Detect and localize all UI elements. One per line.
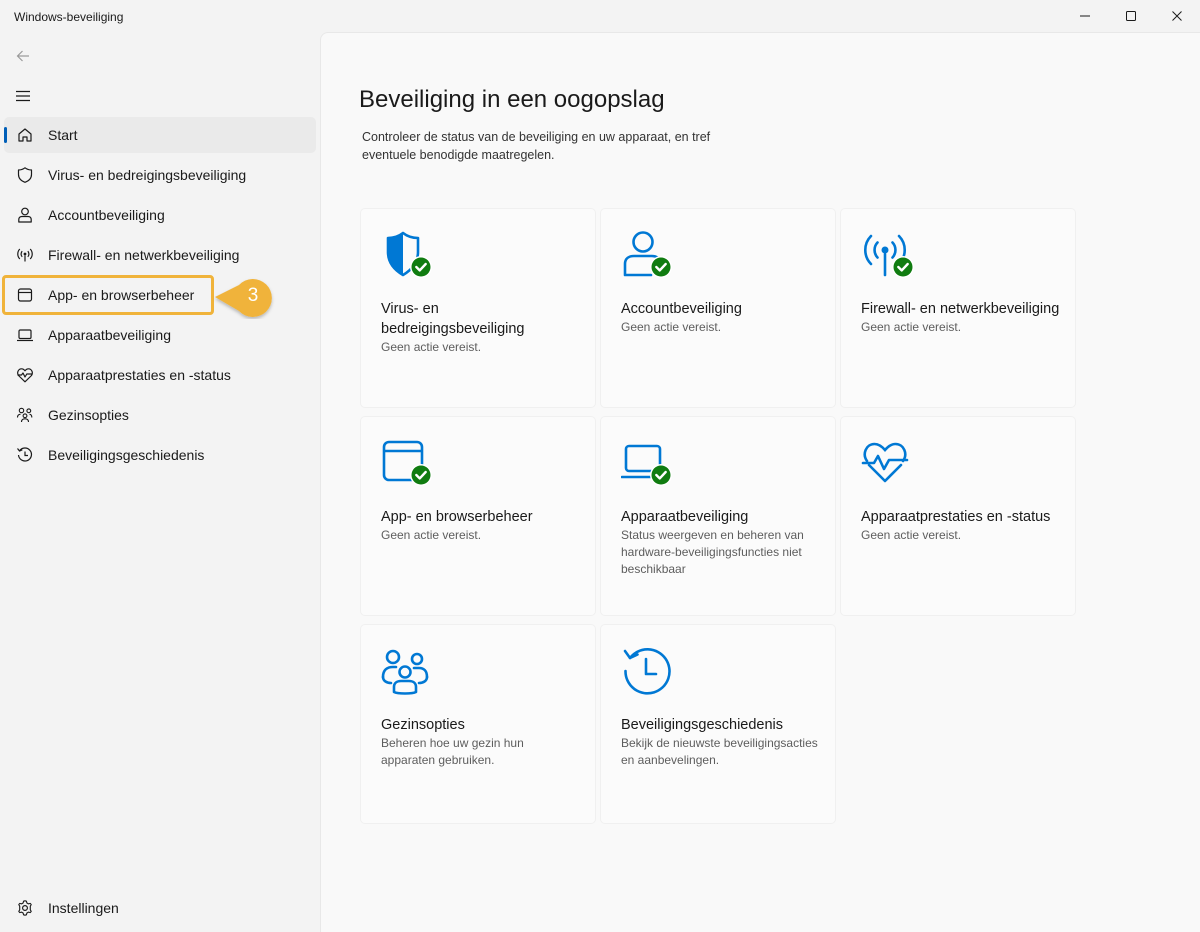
menu-button[interactable] <box>8 82 38 110</box>
maximize-button[interactable] <box>1108 0 1154 32</box>
tile-title: Gezinsopties <box>381 717 465 733</box>
sidebar-item-label: App- en browserbeheer <box>48 287 195 303</box>
tile-status: Geen actie vereist. <box>381 340 482 354</box>
tile-content: Accountbeveiliging Geen actie vereist. <box>621 299 821 336</box>
tile-firewall-protection[interactable]: Firewall- en netwerkbeveiliging Geen act… <box>841 209 1075 407</box>
sidebar-item-label: Start <box>48 127 78 143</box>
sidebar-item-label: Apparaatprestaties en -status <box>48 367 231 383</box>
close-button[interactable] <box>1154 0 1200 32</box>
tile-status: Beheren hoe uw gezin hun apparaten gebru… <box>381 736 524 767</box>
title-bar: Windows-beveiliging <box>0 0 1200 32</box>
sidebar-item-account[interactable]: Accountbeveiliging <box>4 197 316 233</box>
heart-pulse-icon <box>861 439 917 491</box>
home-icon <box>16 126 34 144</box>
window-title: Windows-beveiliging <box>14 10 124 24</box>
tile-status: Geen actie vereist. <box>621 320 722 334</box>
sidebar-item-history[interactable]: Beveiligingsgeschiedenis <box>4 437 316 473</box>
tile-content: Firewall- en netwerkbeveiliging Geen act… <box>861 299 1061 336</box>
sidebar-item-label: Beveiligingsgeschiedenis <box>48 447 205 463</box>
back-button[interactable] <box>8 42 38 70</box>
tile-title: App- en browserbeheer <box>381 509 533 525</box>
gear-icon <box>16 899 34 917</box>
page-title: Beveiliging in een oogopslag <box>359 86 665 113</box>
hamburger-icon <box>16 90 30 102</box>
history-icon <box>16 446 34 464</box>
shield-check-icon <box>381 231 437 283</box>
shield-icon <box>16 166 34 184</box>
sidebar-item-app-browser[interactable]: App- en browserbeheer <box>2 275 214 315</box>
laptop-icon <box>16 326 34 344</box>
callout-number: 3 <box>247 285 259 306</box>
tile-family-options[interactable]: Gezinsopties Beheren hoe uw gezin hun ap… <box>361 625 595 823</box>
tile-content: Apparaatprestaties en -status Geen actie… <box>861 507 1061 544</box>
main-content: Beveiliging in een oogopslag Controleer … <box>320 32 1200 932</box>
settings-label: Instellingen <box>48 900 119 916</box>
tile-content: Virus- en bedreigingsbeveiliging Geen ac… <box>381 299 581 356</box>
tile-content: Gezinsopties Beheren hoe uw gezin hun ap… <box>381 715 581 769</box>
tile-device-performance[interactable]: Apparaatprestaties en -status Geen actie… <box>841 417 1075 615</box>
history-icon <box>621 647 677 699</box>
tile-status: Geen actie vereist. <box>861 320 962 334</box>
tile-title: Apparaatbeveiliging <box>621 509 749 525</box>
sidebar-item-label: Gezinsopties <box>48 407 129 423</box>
laptop-check-icon <box>620 439 677 491</box>
heart-pulse-icon <box>16 366 34 384</box>
sidebar-item-label: Accountbeveiliging <box>48 207 165 223</box>
sidebar-item-firewall[interactable]: Firewall- en netwerkbeveiliging <box>4 237 316 273</box>
tile-status: Geen actie vereist. <box>381 528 482 542</box>
tile-app-browser-control[interactable]: App- en browserbeheer Geen actie vereist… <box>361 417 595 615</box>
tile-virus-protection[interactable]: Virus- en bedreigingsbeveiliging Geen ac… <box>361 209 595 407</box>
browser-window-check-icon <box>381 439 437 491</box>
family-icon <box>381 647 437 699</box>
family-icon <box>16 406 34 424</box>
tile-protection-history[interactable]: Beveiligingsgeschiedenis Bekijk de nieuw… <box>601 625 835 823</box>
browser-window-icon <box>16 286 34 304</box>
tile-title: Beveiligingsgeschiedenis <box>621 717 784 733</box>
tile-device-security[interactable]: Apparaatbeveiliging Status weergeven en … <box>601 417 835 615</box>
tile-status: Status weergeven en beheren van hardware… <box>621 528 804 576</box>
sidebar-item-virus[interactable]: Virus- en bedreigingsbeveiliging <box>4 157 316 193</box>
antenna-check-icon <box>861 231 917 283</box>
minimize-icon <box>1080 15 1090 17</box>
tile-status: Bekijk de nieuwste beveiligingsacties en… <box>621 736 818 767</box>
minimize-button[interactable] <box>1062 0 1108 32</box>
tile-title: Apparaatprestaties en -status <box>861 509 1051 525</box>
tile-title: Firewall- en netwerkbeveiliging <box>861 301 1060 317</box>
sidebar-item-device-security[interactable]: Apparaatbeveiliging <box>4 317 316 353</box>
sidebar-item-label: Virus- en bedreigingsbeveiliging <box>48 167 247 183</box>
tile-title: Accountbeveiliging <box>621 301 742 317</box>
tile-content: Beveiligingsgeschiedenis Bekijk de nieuw… <box>621 715 821 769</box>
tile-title: Virus- en bedreigingsbeveiliging <box>381 301 525 337</box>
antenna-icon <box>16 246 34 264</box>
sidebar-item-device-performance[interactable]: Apparaatprestaties en -status <box>4 357 316 393</box>
close-icon <box>1172 11 1182 21</box>
step-callout: 3 <box>213 277 279 319</box>
tile-account-protection[interactable]: Accountbeveiliging Geen actie vereist. <box>601 209 835 407</box>
person-icon <box>16 206 34 224</box>
sidebar-item-label: Firewall- en netwerkbeveiliging <box>48 247 240 263</box>
tile-content: Apparaatbeveiliging Status weergeven en … <box>621 507 821 578</box>
tile-content: App- en browserbeheer Geen actie vereist… <box>381 507 581 544</box>
maximize-icon <box>1126 11 1136 21</box>
back-arrow-icon <box>16 50 29 62</box>
sidebar-item-start[interactable]: Start <box>4 117 316 153</box>
tile-status: Geen actie vereist. <box>861 528 962 542</box>
person-check-icon <box>621 231 677 283</box>
sidebar-item-label: Apparaatbeveiliging <box>48 327 171 343</box>
sidebar-item-settings[interactable]: Instellingen <box>4 890 316 926</box>
sidebar-item-family[interactable]: Gezinsopties <box>4 397 316 433</box>
page-description: Controleer de status van de beveiliging … <box>362 130 711 162</box>
